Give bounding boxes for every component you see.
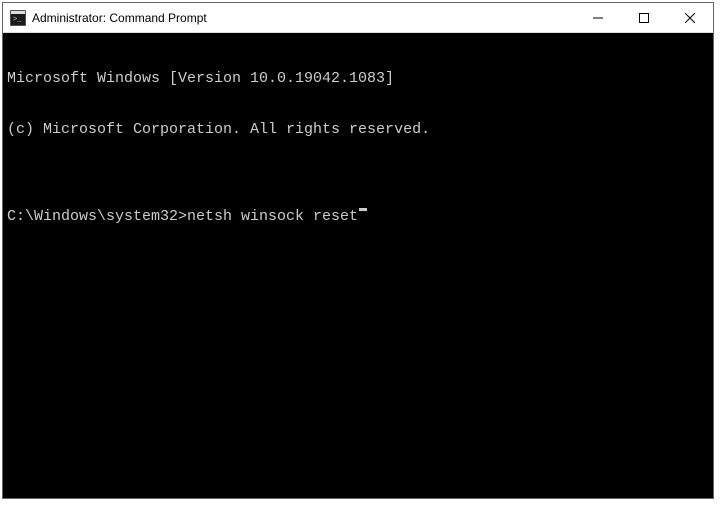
terminal-cursor: [359, 208, 367, 211]
command-prompt-window: >_ Administrator: Command Prompt Microso…: [2, 2, 714, 499]
maximize-button[interactable]: [621, 3, 667, 32]
svg-text:>_: >_: [13, 16, 22, 24]
window-title: Administrator: Command Prompt: [32, 11, 575, 25]
terminal-command: netsh winsock reset: [187, 208, 358, 225]
terminal-prompt-line: C:\Windows\system32>netsh winsock reset: [7, 208, 709, 225]
close-button[interactable]: [667, 3, 713, 32]
titlebar[interactable]: >_ Administrator: Command Prompt: [3, 3, 713, 33]
minimize-button[interactable]: [575, 3, 621, 32]
terminal-output-line: (c) Microsoft Corporation. All rights re…: [7, 121, 709, 138]
cmd-icon: >_: [10, 10, 26, 26]
terminal-output-line: Microsoft Windows [Version 10.0.19042.10…: [7, 70, 709, 87]
terminal-area[interactable]: Microsoft Windows [Version 10.0.19042.10…: [3, 33, 713, 498]
terminal-prompt: C:\Windows\system32>: [7, 208, 187, 225]
window-controls: [575, 3, 713, 32]
